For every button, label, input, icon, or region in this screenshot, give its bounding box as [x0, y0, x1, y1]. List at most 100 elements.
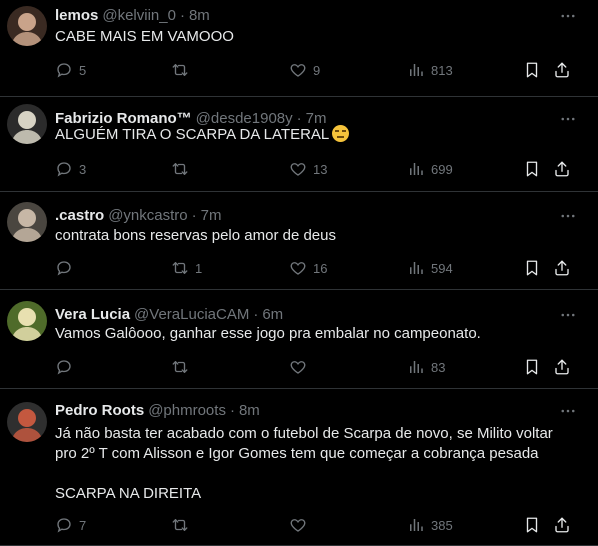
tweet-text: contrata bons reservas pelo amor de deus	[55, 226, 585, 246]
handle[interactable]: @desde1908y	[196, 110, 293, 127]
share-button[interactable]	[553, 515, 571, 535]
expressionless-emoji-icon	[332, 125, 350, 142]
bookmark-button[interactable]	[523, 60, 541, 80]
views-icon	[407, 160, 425, 178]
retweet-button[interactable]	[171, 159, 195, 179]
separator-dot: ·	[253, 305, 259, 323]
like-button[interactable]	[289, 515, 313, 535]
like-button[interactable]: 9	[289, 60, 320, 80]
avatar[interactable]	[7, 301, 47, 341]
avatar[interactable]	[7, 202, 47, 242]
reply-icon	[55, 516, 73, 534]
tweet-text: Vamos Galôooo, ganhar esse jogo pra emba…	[55, 324, 585, 344]
share-button[interactable]	[553, 60, 571, 80]
views-icon	[407, 61, 425, 79]
retweet-button[interactable]	[171, 515, 195, 535]
retweet-icon	[171, 259, 189, 277]
views-button[interactable]: 594	[407, 258, 453, 278]
reply-button[interactable]: 3	[55, 159, 86, 179]
retweet-icon	[171, 358, 189, 376]
timestamp[interactable]: 7m	[201, 207, 222, 224]
more-icon[interactable]	[559, 306, 577, 324]
bookmark-icon	[523, 160, 541, 178]
share-button[interactable]	[553, 159, 571, 179]
like-icon	[289, 358, 307, 376]
share-button[interactable]	[553, 258, 571, 278]
like-count: 9	[313, 62, 321, 78]
reply-icon	[55, 160, 73, 178]
reply-button[interactable]	[55, 357, 79, 377]
bookmark-button[interactable]	[523, 515, 541, 535]
reply-icon	[55, 358, 73, 376]
handle[interactable]: @VeraLuciaCAM	[134, 306, 249, 323]
share-icon	[553, 259, 571, 277]
handle[interactable]: @kelviin_0	[102, 7, 176, 24]
like-count: 13	[313, 161, 328, 177]
reply-count: 5	[79, 62, 87, 78]
display-name[interactable]: Vera Lucia	[55, 306, 130, 323]
tweet-text: ALGUÉM TIRA O SCARPA DA LATERAL	[55, 125, 585, 145]
retweet-button[interactable]: 1	[171, 258, 202, 278]
reply-button[interactable]	[55, 258, 79, 278]
timestamp[interactable]: 6m	[262, 306, 283, 323]
tweet-header: Pedro Roots @phmroots · 8m	[55, 400, 260, 420]
timestamp[interactable]: 8m	[189, 7, 210, 24]
reply-icon	[55, 259, 73, 277]
share-button[interactable]	[553, 357, 571, 377]
tweet-header: Vera Lucia @VeraLuciaCAM · 6m	[55, 304, 283, 324]
like-button[interactable]: 16	[289, 258, 327, 278]
avatar[interactable]	[7, 104, 47, 144]
views-count: 83	[431, 359, 446, 375]
more-icon[interactable]	[559, 402, 577, 420]
timestamp[interactable]: 8m	[239, 402, 260, 419]
like-button[interactable]: 13	[289, 159, 327, 179]
more-icon[interactable]	[559, 207, 577, 225]
like-button[interactable]	[289, 357, 313, 377]
bookmark-icon	[523, 516, 541, 534]
views-count: 813	[431, 62, 453, 78]
separator-dot: ·	[179, 6, 185, 24]
like-icon	[289, 259, 307, 277]
like-icon	[289, 516, 307, 534]
bookmark-icon	[523, 61, 541, 79]
views-button[interactable]: 83	[407, 357, 445, 377]
views-button[interactable]: 813	[407, 60, 453, 80]
share-icon	[553, 160, 571, 178]
more-icon[interactable]	[559, 7, 577, 25]
display-name[interactable]: Pedro Roots	[55, 402, 144, 419]
handle[interactable]: @ynkcastro	[108, 207, 187, 224]
views-button[interactable]: 385	[407, 515, 453, 535]
retweet-button[interactable]	[171, 357, 195, 377]
tweet-header: lemos @kelviin_0 · 8m	[55, 5, 210, 25]
tweet-actions: 5 9 813	[55, 60, 575, 80]
views-count: 594	[431, 260, 453, 276]
like-icon	[289, 160, 307, 178]
views-button[interactable]: 699	[407, 159, 453, 179]
bookmark-button[interactable]	[523, 159, 541, 179]
reply-icon	[55, 61, 73, 79]
tweet-header: .castro @ynkcastro · 7m	[55, 205, 221, 225]
reply-button[interactable]: 7	[55, 515, 86, 535]
views-count: 699	[431, 161, 453, 177]
separator-dot: ·	[296, 109, 302, 127]
display-name[interactable]: .castro	[55, 207, 104, 224]
retweet-icon	[171, 160, 189, 178]
retweet-button[interactable]	[171, 60, 195, 80]
bookmark-icon	[523, 358, 541, 376]
avatar[interactable]	[7, 6, 47, 46]
bookmark-button[interactable]	[523, 357, 541, 377]
like-icon	[289, 61, 307, 79]
share-icon	[553, 61, 571, 79]
share-icon	[553, 516, 571, 534]
timestamp[interactable]: 7m	[306, 110, 327, 127]
avatar[interactable]	[7, 402, 47, 442]
handle[interactable]: @phmroots	[148, 402, 226, 419]
bookmark-button[interactable]	[523, 258, 541, 278]
reply-button[interactable]: 5	[55, 60, 86, 80]
display-name[interactable]: lemos	[55, 7, 98, 24]
tweet-text-content: Vamos Galôooo, ganhar esse jogo pra emba…	[55, 325, 481, 342]
views-icon	[407, 358, 425, 376]
retweet-icon	[171, 61, 189, 79]
display-name[interactable]: Fabrizio Romano™	[55, 110, 192, 127]
tweet-actions: 1 16 594	[55, 258, 575, 278]
